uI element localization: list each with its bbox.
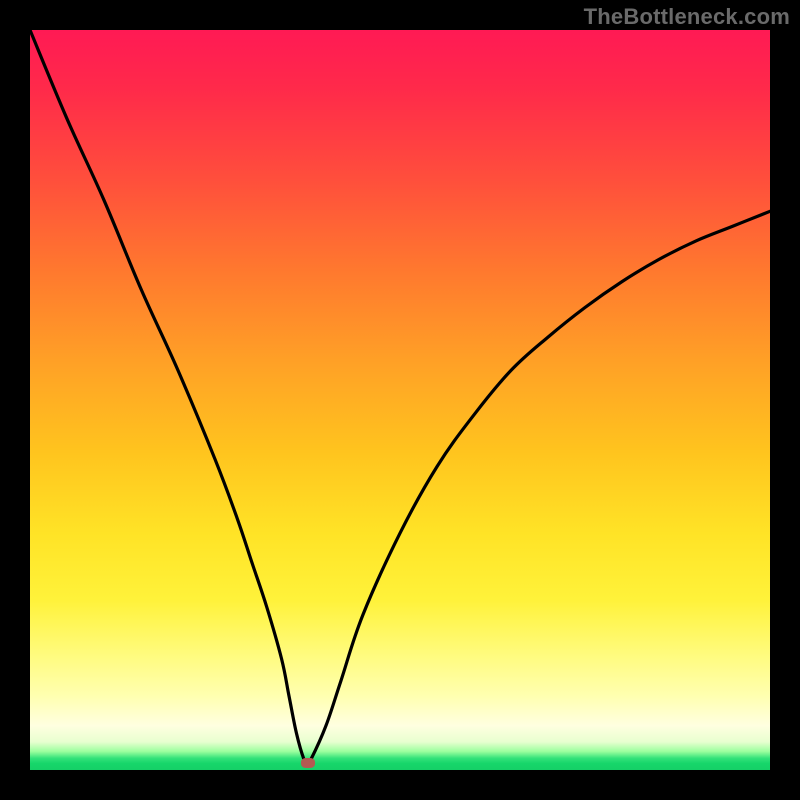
curve-path	[30, 30, 770, 763]
minimum-marker	[301, 758, 315, 768]
bottleneck-curve	[30, 30, 770, 770]
watermark-text: TheBottleneck.com	[584, 4, 790, 30]
chart-frame: TheBottleneck.com	[0, 0, 800, 800]
plot-area	[30, 30, 770, 770]
